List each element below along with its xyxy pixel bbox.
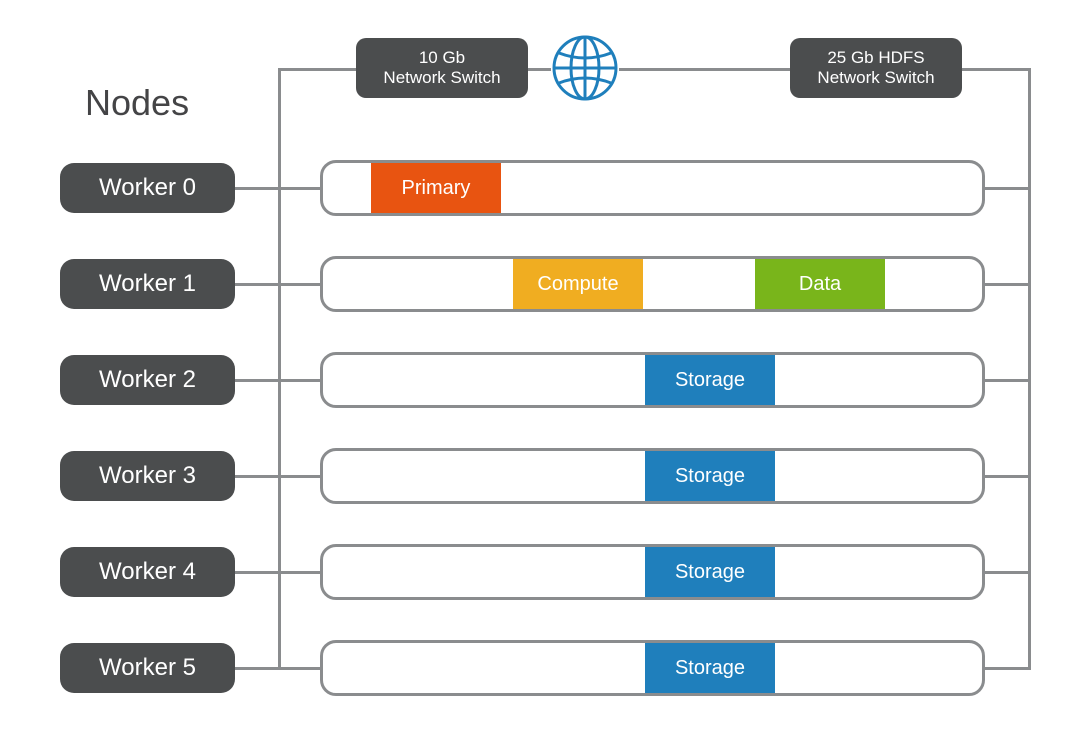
compute-block: Compute — [513, 259, 643, 309]
connector-line — [278, 571, 320, 574]
connector-line — [235, 667, 278, 670]
connector-line — [278, 187, 320, 190]
worker-row-slot: Primary — [320, 160, 985, 216]
connector-line — [235, 571, 278, 574]
network-switch-left: 10 Gb Network Switch — [356, 38, 528, 98]
worker-node-badge: Worker 0 — [60, 163, 235, 213]
nodes-heading: Nodes — [85, 82, 189, 124]
connector-line — [985, 379, 1031, 382]
worker-row-slot: Storage — [320, 544, 985, 600]
connector-line — [985, 667, 1031, 670]
connector-line — [619, 68, 790, 71]
connector-line — [235, 379, 278, 382]
storage-block: Storage — [645, 643, 775, 693]
worker-node-badge: Worker 1 — [60, 259, 235, 309]
connector-line — [278, 475, 320, 478]
connector-line — [278, 667, 320, 670]
globe-icon — [550, 33, 620, 103]
connector-line — [278, 283, 320, 286]
connector-line — [278, 379, 320, 382]
storage-block: Storage — [645, 547, 775, 597]
network-switch-right: 25 Gb HDFS Network Switch — [790, 38, 962, 98]
worker-row-slot: Storage — [320, 640, 985, 696]
worker-node-badge: Worker 4 — [60, 547, 235, 597]
connector-line — [985, 283, 1031, 286]
connector-line — [528, 68, 551, 71]
connector-line — [985, 571, 1031, 574]
connector-line — [962, 68, 1031, 71]
connector-line — [278, 68, 281, 670]
worker-row-slot: Storage — [320, 448, 985, 504]
connector-line — [1028, 68, 1031, 670]
storage-block: Storage — [645, 451, 775, 501]
connector-line — [985, 475, 1031, 478]
worker-node-badge: Worker 2 — [60, 355, 235, 405]
worker-row-slot: Compute Data — [320, 256, 985, 312]
connector-line — [278, 68, 356, 71]
storage-block: Storage — [645, 355, 775, 405]
worker-row-slot: Storage — [320, 352, 985, 408]
connector-line — [985, 187, 1031, 190]
connector-line — [235, 187, 278, 190]
connector-line — [235, 475, 278, 478]
worker-node-badge: Worker 3 — [60, 451, 235, 501]
data-block: Data — [755, 259, 885, 309]
worker-node-badge: Worker 5 — [60, 643, 235, 693]
connector-line — [235, 283, 278, 286]
primary-block: Primary — [371, 163, 501, 213]
